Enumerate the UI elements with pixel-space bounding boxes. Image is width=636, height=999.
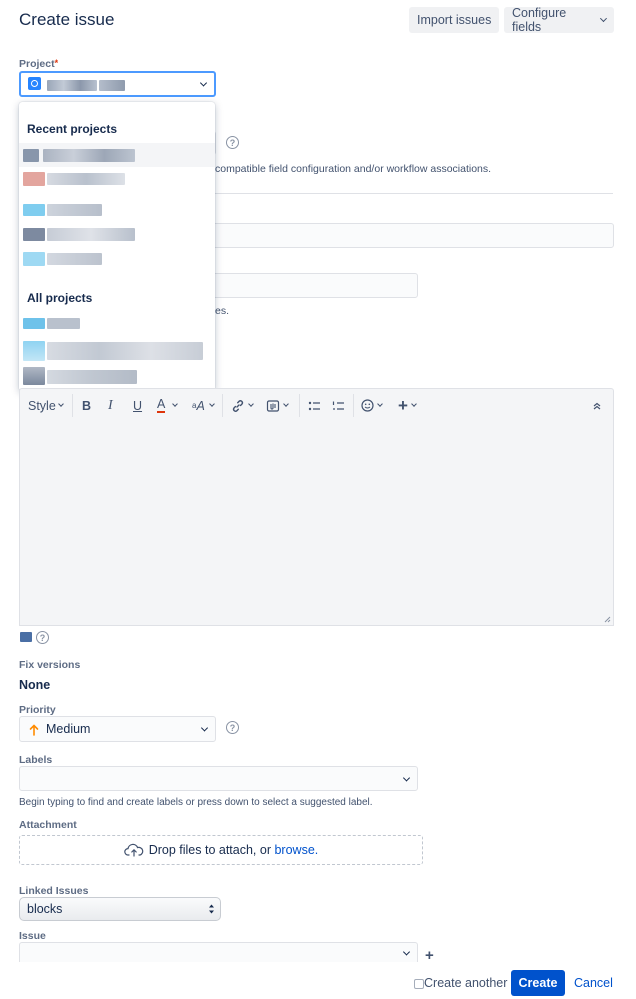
resize-handle-icon <box>604 616 611 623</box>
italic-button[interactable]: I <box>108 389 113 422</box>
text-format-button[interactable]: aA <box>192 389 215 422</box>
labels-input[interactable] <box>19 766 418 791</box>
add-issue-icon[interactable]: + <box>425 948 434 963</box>
chevron-down-icon <box>377 401 383 407</box>
project-select[interactable] <box>19 71 216 97</box>
list-item[interactable] <box>19 315 215 331</box>
link-type-select[interactable]: blocks <box>19 897 221 921</box>
link-icon <box>232 399 244 412</box>
attachment-button[interactable] <box>266 389 289 422</box>
project-label: Project* <box>19 58 59 70</box>
help-icon[interactable]: ? <box>36 631 49 644</box>
emoji-button[interactable] <box>361 389 383 422</box>
priority-select[interactable]: Medium <box>19 716 216 742</box>
attachment-dropzone[interactable]: Drop files to attach, or browse. <box>19 835 423 865</box>
chevron-down-icon <box>283 401 289 407</box>
import-issues-label: Import issues <box>417 13 492 27</box>
import-issues-button[interactable]: Import issues <box>409 7 500 33</box>
list-item[interactable] <box>19 339 215 363</box>
labels-hint: Begin typing to find and create labels o… <box>19 797 373 808</box>
bold-button[interactable]: B <box>82 389 91 422</box>
numbered-list-icon <box>332 401 344 410</box>
link-type-value: blocks <box>27 902 63 916</box>
required-asterisk: * <box>54 58 59 68</box>
priority-value: Medium <box>46 722 91 736</box>
bullet-list-icon <box>308 401 320 410</box>
text-color-button[interactable]: A <box>157 389 179 422</box>
summary-input[interactable] <box>210 223 614 248</box>
divider <box>215 193 613 194</box>
create-another-label: Create another <box>424 976 508 990</box>
bullet-list-button[interactable] <box>308 389 321 422</box>
help-icon[interactable]: ? <box>226 136 239 149</box>
emoji-icon <box>361 399 374 412</box>
chevron-down-icon <box>208 401 215 407</box>
list-item[interactable] <box>19 224 215 244</box>
description-editor[interactable] <box>19 422 614 626</box>
chevron-down-icon <box>199 79 208 87</box>
priority-label: Priority <box>19 704 56 716</box>
insert-more-button[interactable]: + <box>398 389 417 422</box>
numbered-list-button[interactable] <box>332 389 345 422</box>
chevron-down-icon <box>402 948 411 956</box>
plus-icon: + <box>398 395 408 415</box>
arrow-up-icon <box>29 724 39 736</box>
page-title: Create issue <box>19 10 115 29</box>
list-item[interactable] <box>19 167 215 191</box>
configure-fields-button[interactable]: Configure fields <box>504 6 614 34</box>
upload-cloud-icon <box>123 843 143 857</box>
project-dropdown: Recent projects All projects <box>19 102 215 391</box>
list-item[interactable] <box>19 365 215 387</box>
chevron-down-icon <box>172 401 179 407</box>
style-dropdown[interactable]: Style <box>28 389 64 422</box>
updown-arrows-icon <box>209 904 214 914</box>
attachment-label: Attachment <box>19 819 77 831</box>
collapse-toolbar-button[interactable] <box>592 389 602 422</box>
browse-link[interactable]: browse. <box>274 843 318 857</box>
list-item[interactable] <box>19 200 215 220</box>
fix-versions-label: Fix versions <box>19 659 81 671</box>
all-projects-heading: All projects <box>27 291 93 305</box>
fix-versions-value: None <box>19 678 51 692</box>
chevron-down-icon <box>200 724 209 732</box>
chevron-down-icon <box>600 15 608 22</box>
component-input[interactable] <box>210 273 418 298</box>
underline-button[interactable]: U <box>133 389 142 422</box>
labels-label: Labels <box>19 754 53 766</box>
link-button[interactable] <box>231 389 254 422</box>
chevron-down-icon <box>402 773 411 782</box>
editor-toolbar: Style B I U A aA + <box>19 388 614 423</box>
linked-issues-label: Linked Issues <box>19 885 89 897</box>
issue-label: Issue <box>19 930 46 942</box>
chevron-down-icon <box>411 401 417 407</box>
configure-fields-label: Configure fields <box>512 6 567 34</box>
chevron-down-icon <box>248 401 254 407</box>
cancel-button[interactable]: Cancel <box>574 976 613 990</box>
checkbox-icon[interactable] <box>414 978 424 989</box>
list-item[interactable] <box>19 143 215 167</box>
help-icon[interactable]: ? <box>226 721 239 734</box>
editor-mode-icon[interactable] <box>20 632 32 642</box>
paperclip-icon <box>266 399 280 412</box>
create-button[interactable]: Create <box>511 970 565 996</box>
project-avatar-icon <box>28 77 41 90</box>
recent-projects-heading: Recent projects <box>27 122 118 136</box>
issue-input[interactable] <box>19 942 418 962</box>
double-chevron-up-icon <box>593 402 601 409</box>
issue-type-note: compatible field configuration and/or wo… <box>215 163 492 175</box>
create-another-checkbox[interactable]: Create another <box>414 976 507 990</box>
field-hint: es. <box>215 305 230 317</box>
dropzone-text: Drop files to attach, or <box>148 843 271 857</box>
chevron-down-icon <box>57 401 64 407</box>
list-item[interactable] <box>19 248 215 270</box>
